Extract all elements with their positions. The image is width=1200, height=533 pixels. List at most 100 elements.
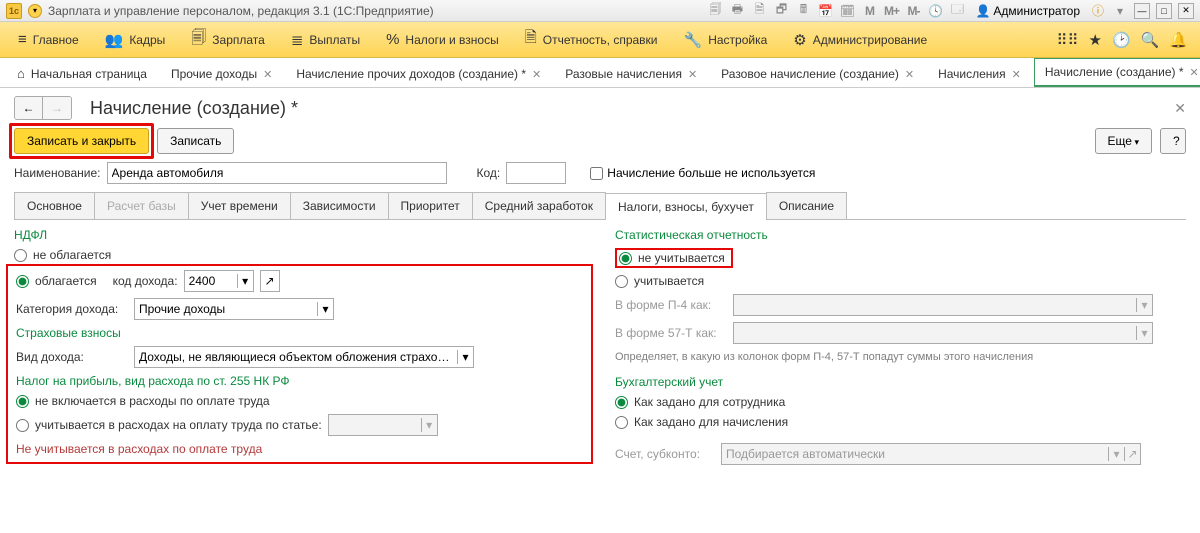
tab-close[interactable]: ✕ <box>1012 68 1021 81</box>
inner-tab[interactable]: Описание <box>766 192 847 219</box>
menu-Выплаты[interactable]: ≣Выплаты <box>279 22 372 57</box>
m-icon[interactable]: M <box>861 3 877 19</box>
doc-icon[interactable]: 🗎 <box>751 3 767 19</box>
right-column: Статистическая отчетность не учитывается… <box>615 228 1186 472</box>
ndfl-not-taxed[interactable]: не облагается <box>14 248 585 262</box>
profit-not-included[interactable]: не включается в расходы по оплате труда <box>16 394 583 408</box>
compare-icon[interactable]: 🗗 <box>773 3 789 19</box>
p4-line: В форме П-4 как: ▾ <box>615 294 1186 316</box>
print-icon[interactable]: 🖶 <box>729 3 745 19</box>
name-input[interactable] <box>107 162 447 184</box>
clock-icon[interactable]: 🕓 <box>927 3 943 19</box>
not-used-checkbox[interactable]: Начисление больше не используется <box>590 166 815 180</box>
tab-close[interactable]: ✕ <box>688 68 697 81</box>
tab[interactable]: Начисление прочих доходов (создание) *✕ <box>285 60 552 87</box>
page-close[interactable]: ✕ <box>1174 100 1186 117</box>
stat-highlight: не учитывается <box>615 248 733 268</box>
not-accounted-text: Не учитывается в расходах по оплате труд… <box>16 442 583 456</box>
buh-calc-radio[interactable]: Как задано для начисления <box>615 415 1186 429</box>
nav-back[interactable]: ← <box>15 97 43 119</box>
m-minus-icon[interactable]: M- <box>905 3 921 19</box>
inner-tab[interactable]: Основное <box>14 192 95 219</box>
buh-emp-radio[interactable]: Как задано для сотрудника <box>615 395 1186 409</box>
current-user[interactable]: 👤Администратор <box>971 4 1084 18</box>
save-close-button[interactable]: Записать и закрыть <box>14 128 149 154</box>
app-title: Зарплата и управление персоналом, редакц… <box>48 4 701 18</box>
profit-title: Налог на прибыль, вид расхода по ст. 255… <box>16 374 583 388</box>
income-code-select[interactable]: 2400▾ <box>184 270 254 292</box>
tab-close[interactable]: ✕ <box>905 68 914 81</box>
calendar-icon[interactable]: 📅 <box>817 3 833 19</box>
insurance-title: Страховые взносы <box>16 326 583 340</box>
schedule-icon[interactable]: 🗓 <box>839 3 855 19</box>
inner-tab[interactable]: Приоритет <box>388 192 473 219</box>
bell-icon[interactable]: 🔔 <box>1169 31 1188 49</box>
tab[interactable]: Прочие доходы✕ <box>160 60 283 87</box>
apps-icon[interactable]: ⠿⠿ <box>1057 31 1079 49</box>
menu-Кадры[interactable]: 👥Кадры <box>93 22 178 57</box>
calc-icon[interactable]: 🖩 <box>795 3 811 19</box>
stat-yes-radio[interactable]: учитывается <box>615 274 1186 288</box>
m-plus-icon[interactable]: M+ <box>883 3 899 19</box>
tab-close[interactable]: ✕ <box>532 68 541 81</box>
close-button[interactable]: ✕ <box>1178 3 1194 19</box>
maximize-button[interactable]: □ <box>1156 3 1172 19</box>
help-button[interactable]: ? <box>1160 128 1186 154</box>
menu-Налоги и взносы[interactable]: %Налоги и взносы <box>374 22 511 57</box>
tab-close[interactable]: ✕ <box>263 68 272 81</box>
code-label: Код: <box>477 166 501 180</box>
menu-Зарплата[interactable]: 🗐Зарплата <box>179 22 277 57</box>
info-icon[interactable]: ⓘ <box>1090 3 1106 19</box>
nav-buttons: ← → <box>14 96 72 120</box>
menu-Главное[interactable]: ≡Главное <box>6 22 91 57</box>
left-column: НДФЛ не облагается облагается код дохода… <box>14 228 585 472</box>
income-category-line: Категория дохода: Прочие доходы▾ <box>16 298 583 320</box>
inner-tab[interactable]: Средний заработок <box>472 192 606 219</box>
name-row: Наименование: Код: Начисление больше не … <box>14 162 1186 184</box>
income-type-line: Вид дохода: Доходы, не являющиеся объект… <box>16 346 583 368</box>
history-icon[interactable]: 🕑 <box>1112 31 1131 49</box>
tab[interactable]: Начисления✕ <box>927 60 1032 87</box>
favorites-icon[interactable]: ★ <box>1088 31 1101 49</box>
more-button[interactable]: Еще <box>1095 128 1152 154</box>
account-line: Счет, субконто: Подбирается автоматическ… <box>615 443 1186 465</box>
highlight-save-close: Записать и закрыть <box>9 123 154 159</box>
minimize-button[interactable]: — <box>1134 3 1150 19</box>
tab[interactable]: Разовые начисления✕ <box>554 60 708 87</box>
menu-Отчетность, справки[interactable]: 🗎Отчетность, справки <box>513 22 670 57</box>
profit-included[interactable]: учитывается в расходах на оплату труда п… <box>16 414 583 436</box>
code-input[interactable] <box>506 162 566 184</box>
app-logo: 1c <box>6 3 22 19</box>
income-category-select[interactable]: Прочие доходы▾ <box>134 298 334 320</box>
title-bar: 1c ▾ Зарплата и управление персоналом, р… <box>0 0 1200 22</box>
search-icon[interactable]: 🔍 <box>1141 31 1160 49</box>
print-preview-icon[interactable]: 🗐 <box>707 3 723 19</box>
inner-tabs: ОсновноеРасчет базыУчет времениЗависимос… <box>14 192 1186 220</box>
ndfl-taxed[interactable]: облагается код дохода: 2400▾ ↗ <box>16 270 583 292</box>
income-type-select[interactable]: Доходы, не являющиеся объектом обложения… <box>134 346 474 368</box>
tab[interactable]: Начисление (создание) *✕ <box>1034 58 1200 87</box>
menu-Администрирование[interactable]: ⚙Администрирование <box>781 22 939 57</box>
dd-icon[interactable]: ▾ <box>1112 3 1128 19</box>
inner-tab: Расчет базы <box>94 192 189 219</box>
p4-select: ▾ <box>733 294 1153 316</box>
save-button[interactable]: Записать <box>157 128 234 154</box>
tab-close[interactable]: ✕ <box>1190 66 1199 79</box>
buh-title: Бухгалтерский учет <box>615 375 1186 389</box>
inner-tab[interactable]: Зависимости <box>290 192 389 219</box>
stat-title: Статистическая отчетность <box>615 228 1186 242</box>
income-code-open[interactable]: ↗ <box>260 270 280 292</box>
left-highlight: облагается код дохода: 2400▾ ↗ Категория… <box>6 264 593 464</box>
stat-not-radio[interactable]: не учитывается <box>619 251 725 265</box>
tab[interactable]: Начальная страница <box>6 59 158 87</box>
nav-fwd[interactable]: → <box>43 97 71 119</box>
p57-line: В форме 57-Т как: ▾ <box>615 322 1186 344</box>
dropdown-icon[interactable]: ▾ <box>28 4 42 18</box>
page-area: ← → Начисление (создание) * ✕ Записать и… <box>0 88 1200 480</box>
inner-tab[interactable]: Учет времени <box>188 192 291 219</box>
inner-tab[interactable]: Налоги, взносы, бухучет <box>605 193 767 220</box>
main-menu: ≡Главное👥Кадры🗐Зарплата≣Выплаты%Налоги и… <box>0 22 1200 58</box>
windows-icon[interactable]: 🗔 <box>949 3 965 19</box>
tab[interactable]: Разовое начисление (создание)✕ <box>710 60 925 87</box>
menu-Настройка[interactable]: 🔧Настройка <box>672 22 780 57</box>
